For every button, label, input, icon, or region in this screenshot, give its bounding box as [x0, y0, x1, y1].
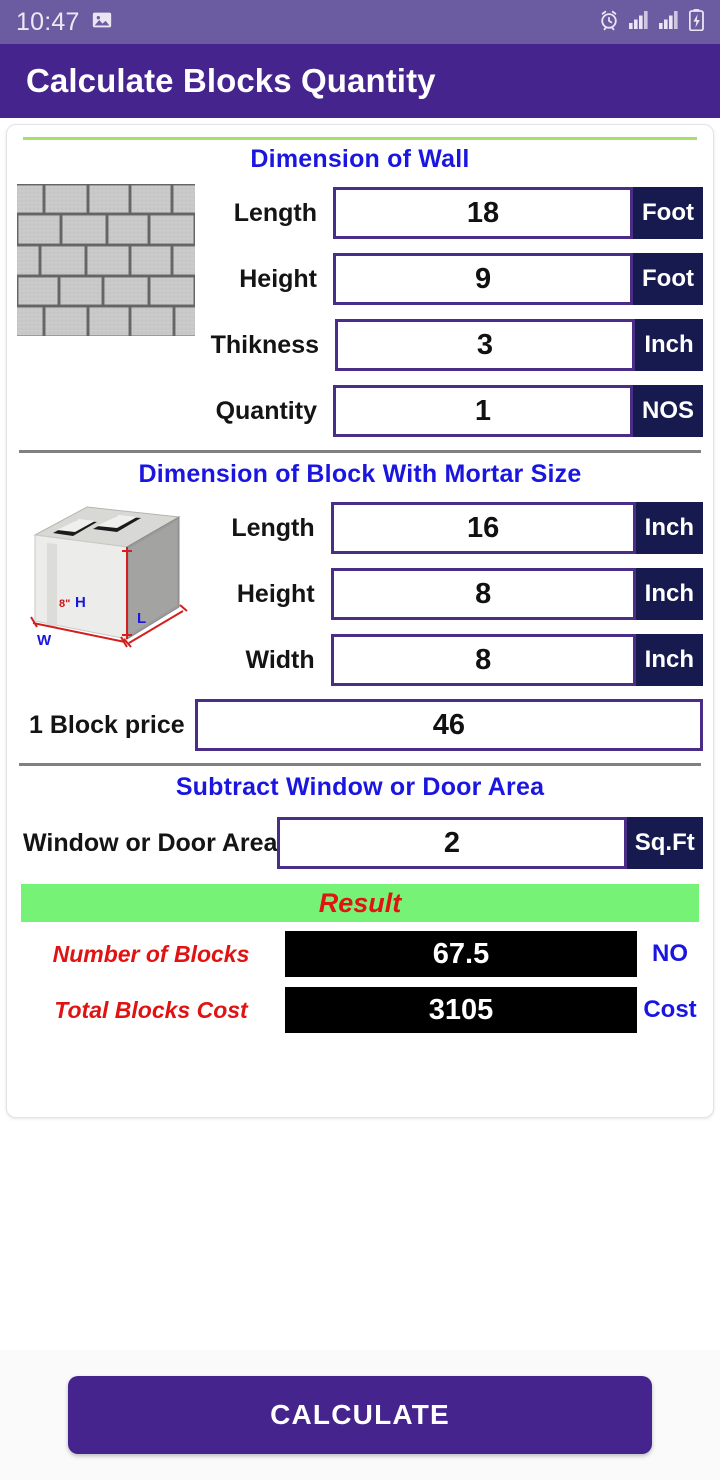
calculate-button[interactable]: CALCULATE [68, 1376, 652, 1454]
block-height-label: Height [236, 579, 315, 608]
wall-quantity-row: Quantity 1 NOS [207, 378, 703, 444]
calculate-button-zone: CALCULATE [0, 1350, 720, 1480]
status-time: 10:47 [16, 7, 80, 36]
page-title: Calculate Blocks Quantity [26, 62, 436, 99]
subtract-section-title: Subtract Window or Door Area [175, 773, 545, 801]
section-divider-2 [19, 763, 701, 766]
block-width-label: W [37, 632, 52, 649]
block-width-unit: Inch [635, 634, 703, 686]
wall-section: Length 18 Foot Height 9 Foot Thikness 3 … [17, 180, 703, 444]
battery-charging-icon [688, 8, 704, 36]
wall-thickness-unit: Inch [635, 319, 703, 371]
block-length-unit: Inch [635, 502, 703, 554]
wall-fields: Length 18 Foot Height 9 Foot Thikness 3 … [207, 180, 703, 444]
wall-thickness-label: Thikness [210, 330, 319, 359]
wall-height-input[interactable]: 9 [333, 253, 634, 305]
block-height-unit: Inch [635, 568, 703, 620]
scroll-area[interactable]: Dimension of Wall Length 18 Foot Height … [0, 118, 720, 1350]
total-blocks-cost-label: Total Blocks Cost [54, 996, 248, 1023]
status-bar: 10:47 [0, 0, 720, 44]
wall-length-row: Length 18 Foot [207, 180, 703, 246]
block-wall-texture-image [17, 184, 195, 336]
block-fields: Length 16 Inch Height 8 Inch Width 8 Inc… [217, 495, 703, 693]
wall-height-label: Height [239, 264, 318, 293]
calculator-card: Dimension of Wall Length 18 Foot Height … [6, 124, 714, 1118]
block-length-label: L [137, 610, 146, 627]
wall-thumb-col [17, 180, 207, 336]
block-width-row: Width 8 Inch [217, 627, 703, 693]
wall-thickness-input[interactable]: 3 [335, 319, 635, 371]
wall-quantity-unit: NOS [632, 385, 703, 437]
block-width-input[interactable]: 8 [330, 634, 636, 686]
number-of-blocks-label: Number of Blocks [52, 940, 250, 967]
number-of-blocks-unit: NO [652, 940, 688, 967]
signal-bars-icon [629, 10, 650, 34]
block-length-input[interactable]: 16 [330, 502, 636, 554]
block-height-input[interactable]: 8 [330, 568, 636, 620]
block-price-row: 1 Block price 46 [17, 693, 703, 757]
window-door-area-row: Window or Door Area 2 Sq.Ft [17, 808, 703, 878]
concrete-block-3d-image: 8" H W L [30, 506, 188, 649]
number-of-blocks-value: 67.5 [285, 931, 637, 977]
result-banner: Result [21, 884, 699, 922]
result-row-blocks: Number of Blocks 67.5 NO [17, 926, 703, 982]
wall-quantity-input[interactable]: 1 [332, 385, 633, 437]
app-bar: Calculate Blocks Quantity [0, 44, 720, 118]
status-bar-left: 10:47 [16, 8, 113, 37]
image-icon [91, 9, 113, 36]
total-blocks-cost-value: 3105 [285, 987, 637, 1033]
result-banner-label: Result [318, 887, 402, 918]
wall-length-unit: Foot [633, 187, 703, 239]
block-height-row: Height 8 Inch [217, 561, 703, 627]
wall-height-unit: Foot [633, 253, 703, 305]
block-length-row: Length 16 Inch [217, 495, 703, 561]
alarm-icon [598, 9, 620, 36]
block-price-input[interactable]: 46 [194, 699, 703, 751]
wall-length-input[interactable]: 18 [333, 187, 634, 239]
block-section-title: Dimension of Block With Mortar Size [138, 460, 582, 488]
block-length-label: Length [231, 513, 315, 542]
window-door-area-unit: Sq.Ft [626, 817, 703, 869]
top-green-divider [23, 137, 697, 140]
section-divider-1 [19, 450, 701, 453]
wall-length-label: Length [233, 198, 318, 227]
block-thumb-col: 8" H W L [17, 495, 217, 659]
block-price-label: 1 Block price [29, 710, 185, 739]
wall-thickness-row: Thikness 3 Inch [207, 312, 703, 378]
signal-bars-icon [659, 10, 680, 34]
screen-body: Dimension of Wall Length 18 Foot Height … [0, 118, 720, 1480]
window-door-area-input[interactable]: 2 [277, 817, 627, 869]
result-row-cost: Total Blocks Cost 3105 Cost [17, 982, 703, 1038]
wall-section-title: Dimension of Wall [250, 145, 470, 173]
status-bar-right [598, 8, 704, 36]
wall-quantity-label: Quantity [215, 396, 317, 425]
window-door-area-label: Window or Door Area [23, 828, 278, 857]
total-blocks-cost-unit: Cost [643, 996, 697, 1023]
block-width-label: Width [245, 645, 315, 674]
block-dim-label: 8" [59, 598, 70, 610]
block-section: 8" H W L Length 16 Inch Height 8 Inch Wi… [17, 495, 703, 693]
block-height-label: H [75, 594, 86, 611]
wall-height-row: Height 9 Foot [207, 246, 703, 312]
